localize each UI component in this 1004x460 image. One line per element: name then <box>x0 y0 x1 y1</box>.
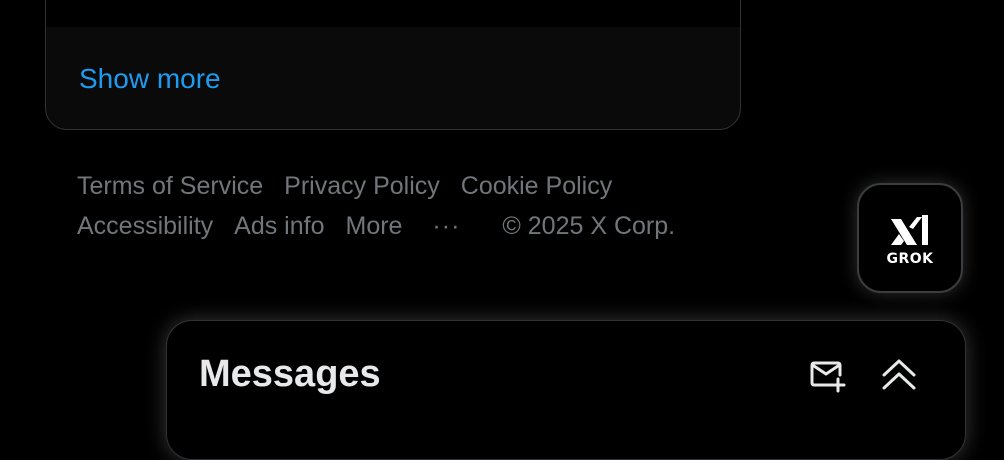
footer-links: Terms of Service Privacy Policy Cookie Pol… <box>77 166 737 246</box>
messages-title: Messages <box>199 353 381 395</box>
grok-button[interactable]: GROK <box>857 183 963 293</box>
terms-of-service-link[interactable]: Terms of Service <box>77 172 263 200</box>
grok-logo-icon <box>891 215 928 245</box>
expand-drawer-button[interactable] <box>879 355 919 395</box>
new-message-button[interactable] <box>807 355 847 395</box>
more-label: More <box>345 212 403 240</box>
trends-panel: Show more <box>45 0 741 130</box>
grok-label: GROK <box>886 251 934 267</box>
privacy-policy-link[interactable]: Privacy Policy <box>284 172 440 200</box>
cookie-policy-link[interactable]: Cookie Policy <box>461 172 612 200</box>
show-more-link[interactable]: Show more <box>79 61 221 97</box>
messages-drawer[interactable]: Messages <box>166 320 966 460</box>
more-menu-button[interactable]: More ··· <box>346 212 482 240</box>
chevrons-up-icon <box>882 359 916 390</box>
accessibility-link[interactable]: Accessibility <box>77 212 213 240</box>
copyright-text: © 2025 X Corp. <box>502 212 676 240</box>
ellipsis-icon: ··· <box>432 212 461 240</box>
new-message-icon <box>810 361 846 393</box>
trends-panel-content <box>46 0 740 27</box>
ads-info-link[interactable]: Ads info <box>234 212 324 240</box>
